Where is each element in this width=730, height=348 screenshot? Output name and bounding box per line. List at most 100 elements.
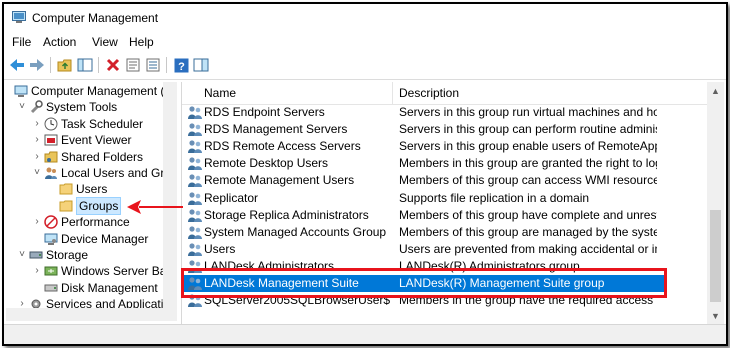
toolbar-separator (50, 57, 51, 73)
forward-icon[interactable] (28, 56, 46, 74)
list-row[interactable]: RDS Endpoint Servers Servers in this grou… (182, 104, 708, 121)
group-icon (187, 208, 203, 223)
group-icon (187, 139, 203, 154)
chevron-down-icon[interactable]: ˅ (17, 99, 27, 115)
group-description: Members of this group can access WMI res… (399, 173, 657, 188)
list-row[interactable]: Replicator Supports file replication in a… (182, 190, 708, 207)
window-title: Computer Management (32, 11, 159, 25)
group-name: System Managed Accounts Group (204, 224, 387, 239)
tree-item-label: Computer Management (Lo (31, 84, 163, 98)
group-name: Users (204, 241, 236, 256)
device-manager-icon (44, 232, 58, 246)
status-bar (4, 324, 726, 344)
computer-management-window: Computer Management File Action View Hel… (2, 2, 728, 346)
list-row[interactable]: RDS Management Servers Servers in this gr… (182, 121, 708, 138)
list-row-selected[interactable]: LANDesk Management Suite LANDesk(R) Manag… (182, 275, 664, 292)
chevron-right-icon[interactable]: › (32, 263, 42, 279)
list-row[interactable]: Users Users are prevented from making acc… (182, 241, 708, 258)
performance-icon (44, 215, 58, 229)
column-divider[interactable] (392, 82, 393, 104)
menu-file[interactable]: File (12, 35, 31, 49)
annotation-arrow-icon (127, 200, 183, 214)
toolbar-separator (166, 57, 167, 73)
group-icon (187, 122, 203, 137)
tree-horizontal-scrollbar[interactable] (6, 308, 177, 321)
group-name: LANDesk Administrators (204, 258, 335, 273)
tree-item-label: System Tools (46, 100, 118, 115)
toolbar: ? (4, 53, 726, 80)
group-description: Supports file replication in a domain (399, 190, 590, 205)
title-bar: Computer Management (4, 4, 726, 32)
clock-icon (44, 117, 58, 131)
tree-item-label: Storage (46, 248, 89, 262)
tree-vertical-scrollbar[interactable] (163, 82, 177, 308)
properties-icon[interactable] (124, 56, 142, 74)
menu-action[interactable]: Action (43, 35, 76, 49)
list-row[interactable]: Remote Desktop Users Members in this grou… (182, 155, 708, 172)
group-icon (187, 225, 203, 240)
show-hide-tree-icon[interactable] (76, 56, 94, 74)
list-row[interactable]: SQLServer2005SQLBrowserUser$CUS-... Membe… (182, 292, 708, 309)
group-description: Members in the group have the required a… (399, 293, 657, 308)
group-name: Remote Management Users (204, 173, 355, 188)
group-icon (187, 293, 203, 308)
column-header-name[interactable]: Name (204, 86, 236, 100)
tree-item-label: Task Scheduler (61, 116, 144, 131)
list-header: Name Description (182, 82, 708, 105)
chevron-right-icon[interactable]: › (32, 116, 42, 132)
up-folder-icon[interactable] (56, 56, 74, 74)
list-row[interactable]: RDS Remote Access Servers Servers in this… (182, 138, 708, 155)
chevron-right-icon[interactable]: › (17, 296, 27, 308)
storage-icon (29, 248, 43, 262)
list-row[interactable]: System Managed Accounts Group Members of … (182, 224, 708, 241)
tree-item-label: Performance (61, 215, 130, 230)
group-icon (187, 191, 203, 206)
computer-management-icon (12, 11, 26, 23)
group-description: LANDesk(R) Management Suite group (399, 276, 605, 290)
menu-help[interactable]: Help (129, 35, 154, 49)
svg-text:?: ? (178, 61, 185, 73)
scrollbar-thumb[interactable] (710, 210, 721, 302)
group-name: RDS Management Servers (204, 122, 348, 137)
tree-item-label: Device Manager (61, 231, 149, 246)
list-row[interactable]: Remote Management Users Members of this g… (182, 172, 708, 189)
list-vertical-scrollbar[interactable]: ▲ ▼ (707, 82, 724, 324)
group-icon (187, 173, 203, 188)
action-pane-icon[interactable] (192, 56, 210, 74)
group-name: RDS Endpoint Servers (204, 105, 325, 119)
list-row[interactable]: LANDesk Administrators LANDesk(R) Adminis… (182, 258, 708, 275)
column-header-description[interactable]: Description (399, 86, 459, 100)
console-tree: Computer Management (Lo ˅ System Tools › Tas… (6, 82, 163, 308)
toolbar-separator (98, 57, 99, 73)
groups-list-view: Name Description RDS Endpoint Servers Ser… (181, 82, 708, 324)
back-icon[interactable] (8, 56, 26, 74)
group-description: Members in this group are granted the ri… (399, 156, 657, 171)
list-row[interactable]: Storage Replica Administrators Members of… (182, 207, 708, 224)
menu-view[interactable]: View (92, 35, 118, 49)
help-icon[interactable]: ? (172, 56, 190, 74)
group-description: Users are prevented from making accident… (399, 241, 657, 256)
tree-item-label: Disk Management (61, 280, 158, 295)
chevron-right-icon[interactable]: › (32, 214, 42, 230)
tree-item-label: Local Users and Grou (61, 166, 163, 180)
chevron-right-icon[interactable]: › (32, 149, 42, 165)
scroll-up-arrow-icon[interactable]: ▲ (707, 82, 724, 99)
computer-icon (14, 84, 28, 98)
chevron-down-icon[interactable]: ˅ (32, 165, 42, 181)
chevron-down-icon[interactable]: ˅ (17, 247, 27, 263)
group-name: RDS Remote Access Servers (204, 139, 361, 154)
delete-icon[interactable] (104, 56, 122, 74)
tree-item-label: Groups (76, 196, 122, 215)
group-icon (187, 259, 203, 274)
export-list-icon[interactable] (144, 56, 162, 74)
menu-bar: File Action View Help (4, 32, 726, 53)
group-description: Servers in this group can perform routin… (399, 122, 657, 137)
group-icon (187, 105, 203, 120)
chevron-right-icon[interactable]: › (32, 132, 42, 148)
scroll-down-arrow-icon[interactable]: ▼ (707, 307, 724, 324)
backup-icon (44, 264, 58, 278)
group-icon (187, 242, 203, 257)
tools-icon (29, 100, 43, 114)
group-description: Servers in this group run virtual machin… (399, 105, 657, 119)
group-name: Replicator (204, 190, 259, 205)
